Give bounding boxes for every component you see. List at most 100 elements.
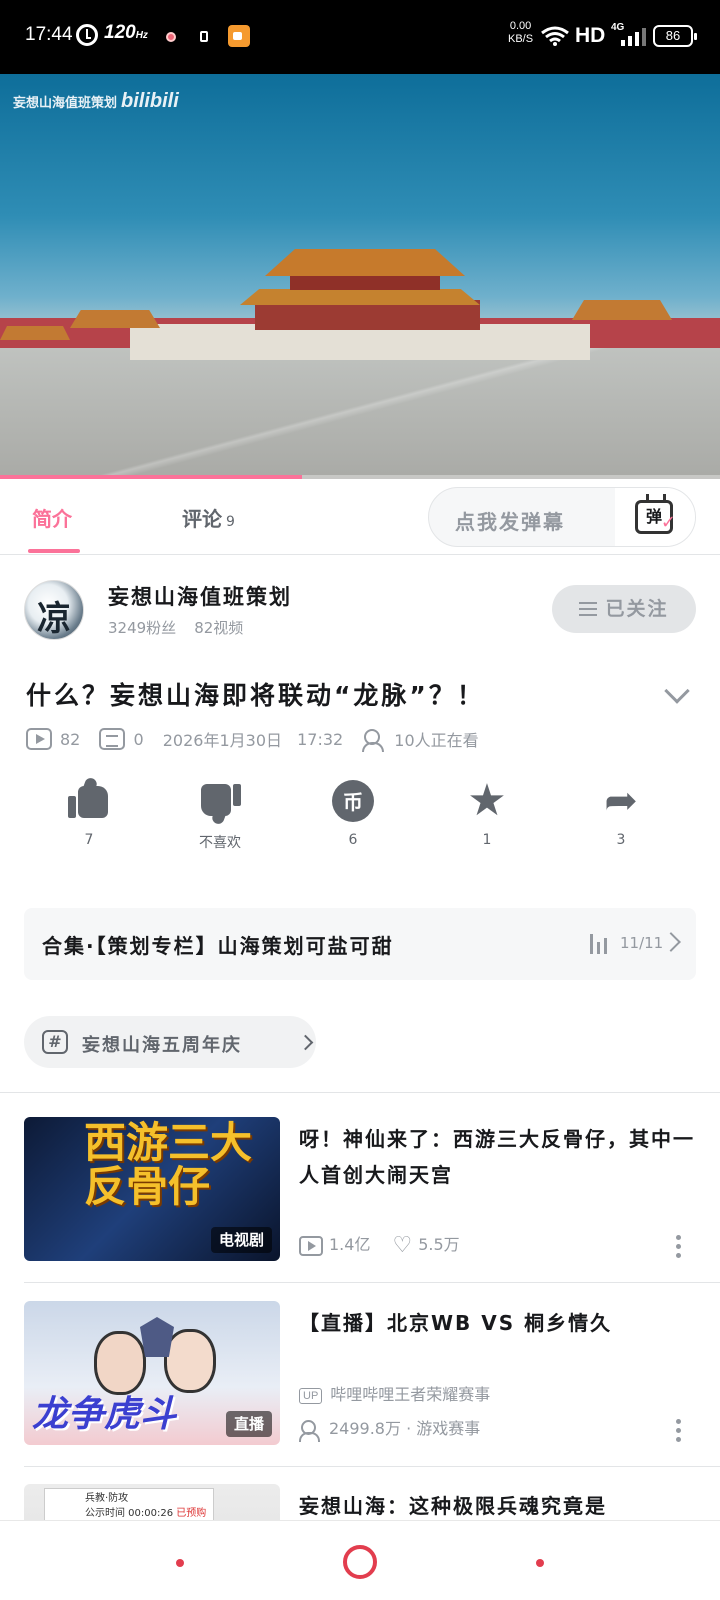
scene-roof-upper — [265, 249, 465, 276]
danmaku-count: 0 — [133, 729, 144, 749]
more-options-icon[interactable] — [676, 1419, 682, 1443]
related-stats: 1.4亿 ♡ 5.5万 — [299, 1231, 460, 1258]
coin-button[interactable]: 币 6 — [308, 780, 398, 870]
uploader-name[interactable]: 妄想山海值班策划 — [108, 581, 292, 611]
like-count: 7 — [84, 832, 94, 848]
video-player[interactable]: 妄想山海值班策划 bilibili — [0, 74, 720, 479]
favorite-button[interactable]: ★ 1 — [442, 775, 532, 870]
danmaku-icon: 弹 ✓ — [635, 500, 676, 534]
dislike-label: 不喜欢 — [199, 835, 241, 851]
video-title: 什么？妄想山海即将联动“龙脉”？！ — [26, 681, 485, 710]
scene-roof-lower — [240, 289, 480, 305]
bilibili-logo: bilibili — [121, 90, 179, 112]
nav-home-button[interactable] — [343, 1545, 377, 1579]
thumbnail-panel: 兵教·防攻 公示时间 00:00:26 已预购 — [44, 1488, 214, 1524]
detail-tabs: 简介 评论 9 点我发弹幕 弹 ✓ — [0, 479, 720, 555]
divider — [24, 1282, 720, 1283]
up-tag: UP — [299, 1387, 323, 1404]
related-stats: 2499.8万 · 游戏赛事 — [299, 1415, 481, 1442]
scene-side-roof — [0, 326, 70, 340]
fans-count: 3249粉丝 — [108, 619, 177, 637]
star-icon: ★ — [467, 775, 507, 826]
video-thumbnail: 龙争虎斗 直播 — [24, 1301, 280, 1445]
viewers-icon — [362, 728, 388, 752]
play-count-icon — [299, 1235, 323, 1256]
thumbnail-text: 龙争虎斗 — [32, 1394, 177, 1435]
hd-indicator: HD — [575, 24, 606, 47]
status-time: 17:44 — [25, 24, 73, 45]
collection-count: 11/11 — [620, 934, 664, 952]
related-title: 【直播】北京WB VS 桐乡情久 — [299, 1311, 613, 1335]
sim-icon — [200, 31, 208, 42]
play-count: 82 — [60, 729, 81, 749]
watching-count: 2499.8万 — [329, 1419, 401, 1438]
avatar[interactable]: 凉 — [24, 580, 84, 640]
chevron-right-icon — [661, 932, 681, 952]
category-badge: 电视剧 — [210, 1227, 272, 1253]
coin-count: 6 — [348, 832, 358, 848]
thumbs-down-icon — [199, 780, 241, 826]
more-options-icon[interactable] — [676, 1235, 682, 1259]
app-notification-icon — [228, 25, 250, 47]
video-count: 82视频 — [194, 619, 244, 637]
comment-count: 9 — [226, 514, 235, 530]
collection-title: 合集·【策划专栏】山海策划可盐可甜 — [42, 934, 394, 958]
share-count: 3 — [616, 832, 626, 848]
related-video-item[interactable]: 兵教·防攻 公示时间 00:00:26 已预购 妄想山海：这种极限兵魂究竟是 — [24, 1484, 696, 1524]
like-button[interactable]: 7 — [44, 776, 134, 870]
video-thumbnail: 兵教·防攻 公示时间 00:00:26 已预购 — [24, 1484, 280, 1524]
danmaku-input[interactable]: 点我发弹幕 弹 ✓ — [428, 487, 696, 547]
uploader-stats: 3249粉丝 82视频 — [108, 617, 261, 638]
divider — [24, 1466, 720, 1467]
nav-menu-button[interactable] — [176, 1559, 184, 1567]
like-count: 5.5万 — [418, 1235, 460, 1254]
battery-icon: 86 — [653, 25, 697, 47]
coin-icon: 币 — [332, 780, 374, 822]
collection-card[interactable]: 合集·【策划专栏】山海策划可盐可甜 11/11 — [24, 908, 696, 980]
scene-side-roof — [70, 310, 160, 328]
favorite-count: 1 — [482, 832, 492, 848]
system-nav-bar — [0, 1520, 720, 1600]
live-badge: 直播 — [225, 1411, 272, 1437]
tab-intro[interactable]: 简介 — [32, 503, 72, 532]
topic-label: 妄想山海五周年庆 — [82, 1035, 242, 1056]
expand-chevron-icon[interactable] — [664, 678, 690, 704]
thumbnail-text: 西游三大反骨仔 — [84, 1118, 253, 1211]
scene-ground — [0, 344, 720, 479]
status-bar: 17:44 120Hz 0.00 KB/S HD 4G 86 — [0, 0, 720, 74]
follow-button[interactable]: 已关注 — [552, 585, 696, 633]
watching-count: 10人正在看 — [394, 731, 479, 750]
chevron-right-icon — [297, 1034, 314, 1051]
tab-comments[interactable]: 评论 9 — [182, 503, 235, 532]
heart-icon: ♡ — [392, 1233, 413, 1258]
publish-time: 17:32 — [297, 729, 344, 749]
hashtag-icon: # — [42, 1030, 68, 1054]
related-title: 呀！神仙来了：西游三大反骨仔，其中一人首创大闹天宫 — [299, 1127, 695, 1187]
video-meta: 82 0 2026年1月30日 17:32 10人正在看 — [26, 727, 706, 755]
share-icon: ➦ — [604, 778, 638, 824]
danmaku-toggle-button[interactable]: 弹 ✓ — [615, 488, 695, 546]
action-bar: 7 不喜欢 币 6 ★ 1 ➦ 3 — [24, 775, 696, 870]
signal-icon — [621, 28, 646, 46]
publish-date: 2026年1月30日 — [162, 731, 282, 750]
net-speed: 0.00 KB/S — [508, 20, 534, 45]
video-thumbnail: 西游三大反骨仔 电视剧 — [24, 1117, 280, 1261]
league-logo — [140, 1317, 174, 1357]
alarm-icon — [76, 24, 98, 46]
danmaku-placeholder: 点我发弹幕 — [455, 510, 565, 534]
share-button[interactable]: ➦ 3 — [576, 780, 666, 870]
category: 游戏赛事 — [416, 1419, 481, 1438]
related-video-item[interactable]: 西游三大反骨仔 电视剧 呀！神仙来了：西游三大反骨仔，其中一人首创大闹天宫 1.… — [24, 1117, 696, 1263]
viewers-icon — [299, 1419, 323, 1442]
thumbs-up-icon — [68, 776, 110, 822]
uploader-row: 凉 妄想山海值班策划 3249粉丝 82视频 已关注 — [0, 565, 720, 655]
scene-side-roof — [572, 300, 672, 320]
menu-icon — [579, 602, 598, 616]
view-count: 1.4亿 — [329, 1235, 371, 1254]
topic-tag[interactable]: # 妄想山海五周年庆 — [24, 1016, 316, 1068]
related-video-item[interactable]: 龙争虎斗 直播 【直播】北京WB VS 桐乡情久 UP 哔哩哔哩王者荣耀赛事 24… — [24, 1301, 696, 1447]
wifi-icon — [541, 26, 569, 46]
divider — [0, 1092, 720, 1093]
nav-back-button[interactable] — [536, 1559, 544, 1567]
dislike-button[interactable]: 不喜欢 — [175, 780, 265, 870]
